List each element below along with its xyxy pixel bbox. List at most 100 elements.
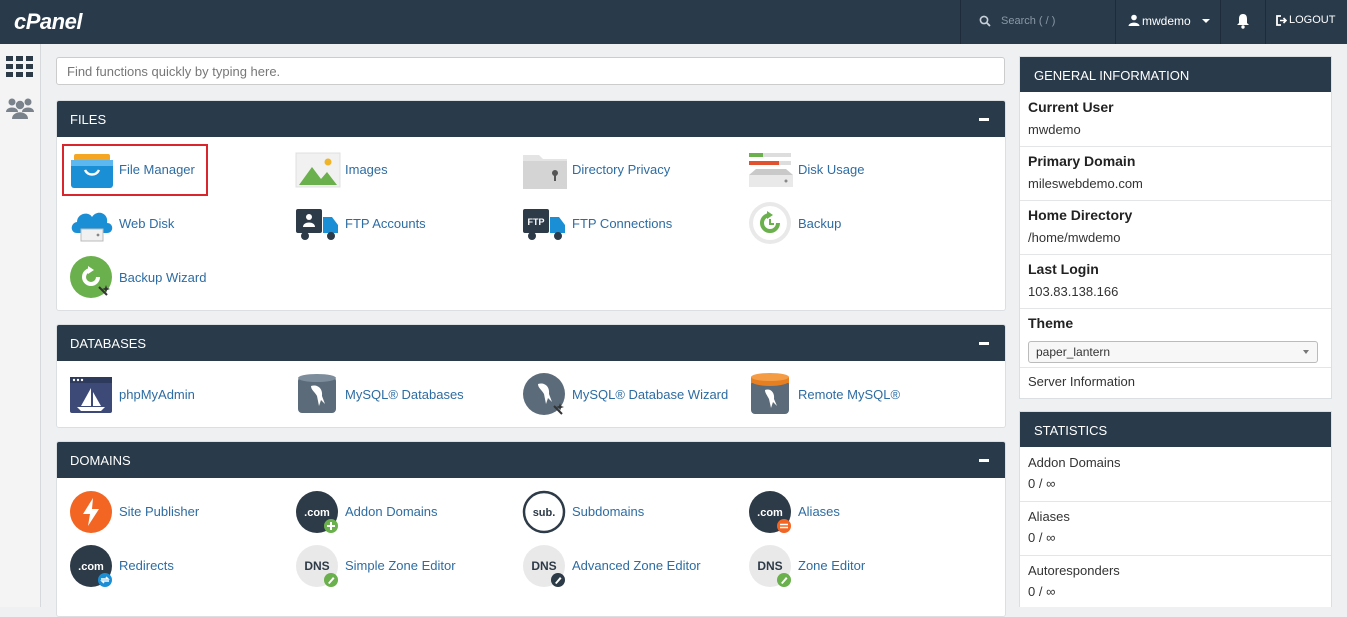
chevron-down-icon [1303, 350, 1309, 354]
zone-editor-badge: DNS [757, 559, 782, 573]
username: mwdemo [1142, 14, 1191, 28]
advanced-zone-editor-badge: DNS [531, 559, 556, 573]
last-login-value: 103.83.138.166 [1028, 284, 1119, 299]
site-publisher-icon [70, 491, 112, 533]
home-directory-value: /home/mwdemo [1028, 230, 1121, 245]
addon-domains-label: Addon Domains [345, 504, 438, 519]
remote-mysql-icon [751, 373, 789, 414]
subdomains-badge: sub. [533, 507, 556, 519]
logout-icon [1276, 14, 1287, 26]
aliases-badge: .com [757, 507, 783, 519]
top-navbar: cPanel Search ( / ) mwdemo LOGOUT [0, 0, 1347, 44]
stat-row: Aliases 0 / ∞ [1020, 501, 1331, 556]
left-sidebar [0, 44, 41, 607]
subdomains-icon: sub. [522, 490, 566, 534]
simple-zone-editor-badge: DNS [304, 559, 329, 573]
disk-usage-icon [749, 153, 793, 187]
primary-domain-value: mileswebdemo.com [1028, 176, 1143, 191]
ftp-connections-label: FTP Connections [572, 216, 673, 231]
addon-domains-icon: .com [296, 491, 338, 533]
backup-label: Backup [798, 216, 842, 231]
search-icon [979, 15, 991, 27]
minimize-icon[interactable] [979, 118, 989, 121]
stat-value: 0 / ∞ [1028, 530, 1056, 545]
advanced-zone-editor-icon: DNS [523, 545, 565, 587]
file-manager-highlight [62, 144, 208, 196]
stat-label-addon-domains[interactable]: Addon Domains [1028, 455, 1121, 470]
users-icon[interactable] [6, 96, 34, 120]
bell-icon [1237, 14, 1249, 29]
stat-label-aliases[interactable]: Aliases [1028, 509, 1070, 524]
top-search-placeholder: Search ( / ) [1001, 15, 1056, 27]
stat-value: 0 / ∞ [1028, 584, 1056, 599]
stat-value: 0 / ∞ [1028, 476, 1056, 491]
statistics-title: STATISTICS [1034, 423, 1108, 438]
databases-panel-header[interactable]: DATABASES [57, 325, 1005, 361]
theme-label: Theme [1028, 315, 1074, 331]
backup-wizard-label: Backup Wizard [119, 270, 207, 285]
subdomains-label: Subdomains [572, 504, 645, 519]
user-menu[interactable]: mwdemo [1115, 0, 1221, 44]
simple-zone-editor-icon: DNS [296, 545, 338, 587]
backup-wizard-icon [70, 256, 112, 298]
images-icon [295, 152, 341, 188]
theme-select[interactable]: paper_lantern [1028, 341, 1318, 363]
advanced-zone-editor-label: Advanced Zone Editor [572, 558, 701, 573]
primary-domain-label: Primary Domain [1028, 153, 1136, 169]
stat-row: Addon Domains 0 / ∞ [1020, 447, 1331, 502]
directory-privacy-icon [523, 155, 567, 189]
server-information-row: Server Information [1020, 367, 1331, 399]
files-panel: FILES File Manager Images Directory Priv… [56, 100, 1006, 311]
user-icon [1128, 14, 1140, 26]
files-panel-header[interactable]: FILES [57, 101, 1005, 137]
apps-grid-icon[interactable] [6, 56, 33, 77]
disk-usage-label: Disk Usage [798, 162, 865, 177]
current-user-value: mwdemo [1028, 122, 1081, 137]
domains-title: DOMAINS [70, 453, 131, 468]
zone-editor-label: Zone Editor [798, 558, 866, 573]
theme-select-value: paper_lantern [1036, 345, 1111, 359]
directory-privacy-label: Directory Privacy [572, 162, 671, 177]
minimize-icon[interactable] [979, 459, 989, 462]
mysql-wizard-icon [523, 373, 565, 415]
remote-mysql-label: Remote MySQL® [798, 387, 901, 402]
current-user-row: Current User mwdemo [1020, 92, 1331, 147]
svg-text:FTP: FTP [528, 217, 545, 227]
site-publisher-label: Site Publisher [119, 504, 200, 519]
general-information-header: GENERAL INFORMATION [1020, 57, 1331, 92]
cpanel-logo[interactable]: cPanel [14, 9, 82, 35]
statistics-panel: STATISTICS Addon Domains 0 / ∞ Aliases 0… [1019, 411, 1332, 607]
aliases-label: Aliases [798, 504, 840, 519]
domains-panel: DOMAINS Site Publisher .com Addon Domain… [56, 441, 1006, 617]
logout-link[interactable]: LOGOUT [1276, 14, 1335, 26]
theme-row: Theme paper_lantern [1020, 308, 1331, 368]
addon-domains-badge: .com [304, 507, 330, 519]
backup-icon [749, 202, 791, 244]
zone-editor-icon: DNS [749, 545, 791, 587]
mysql-databases-icon [298, 374, 336, 413]
chevron-down-icon [1202, 19, 1210, 23]
statistics-header: STATISTICS [1020, 412, 1331, 447]
notifications-button[interactable] [1220, 0, 1266, 44]
images-label: Images [345, 162, 388, 177]
files-title: FILES [70, 112, 107, 127]
domains-panel-header[interactable]: DOMAINS [57, 442, 1005, 478]
mysql-databases-label: MySQL® Databases [345, 387, 464, 402]
web-disk-label: Web Disk [119, 216, 175, 231]
last-login-label: Last Login [1028, 261, 1099, 277]
simple-zone-editor-label: Simple Zone Editor [345, 558, 456, 573]
stat-label-autoresponders[interactable]: Autoresponders [1028, 563, 1120, 578]
logout-label: LOGOUT [1289, 14, 1336, 26]
top-search[interactable]: Search ( / ) [960, 0, 1116, 44]
primary-domain-row: Primary Domain mileswebdemo.com [1020, 146, 1331, 201]
minimize-icon[interactable] [979, 342, 989, 345]
quick-search-input[interactable] [56, 57, 1005, 85]
ftp-accounts-label: FTP Accounts [345, 216, 426, 231]
databases-panel: DATABASES phpMyAdmin MySQL® Databases My… [56, 324, 1006, 428]
databases-title: DATABASES [70, 336, 147, 351]
ftp-accounts-icon [296, 209, 338, 240]
general-information-panel: GENERAL INFORMATION Current User mwdemo … [1019, 56, 1332, 399]
home-directory-row: Home Directory /home/mwdemo [1020, 200, 1331, 255]
last-login-row: Last Login 103.83.138.166 [1020, 254, 1331, 309]
server-information-link[interactable]: Server Information [1028, 374, 1135, 389]
